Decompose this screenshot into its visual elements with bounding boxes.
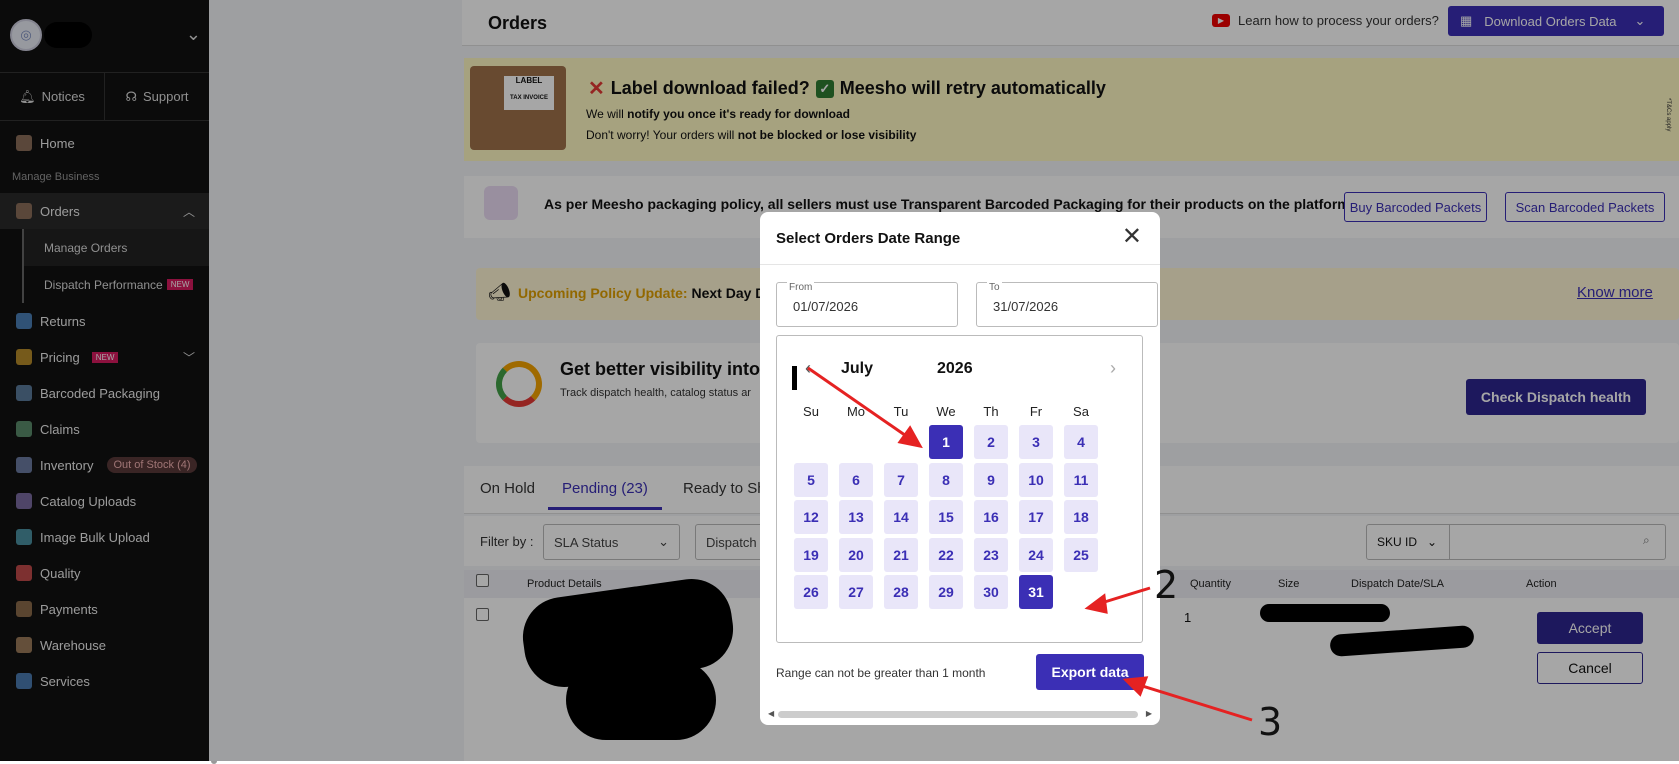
calendar-day[interactable]: 20 bbox=[839, 537, 873, 572]
scroll-left-icon[interactable]: ◀ bbox=[768, 709, 774, 718]
calendar-day[interactable]: 8 bbox=[929, 462, 963, 497]
to-label: To bbox=[987, 282, 1002, 293]
calendar-day[interactable]: 10 bbox=[1019, 462, 1053, 497]
calendar-day[interactable]: 17 bbox=[1019, 500, 1053, 534]
scrollbar-thumb[interactable] bbox=[778, 711, 1138, 718]
to-value: 31/07/2026 bbox=[993, 299, 1059, 314]
export-data-button[interactable]: Export data bbox=[1036, 654, 1144, 690]
calendar-day[interactable]: 24 bbox=[1019, 537, 1053, 572]
calendar-day[interactable]: 4 bbox=[1064, 425, 1098, 459]
calendar-day[interactable]: 30 bbox=[974, 575, 1008, 609]
calendar-day[interactable]: 23 bbox=[974, 537, 1008, 572]
calendar-day[interactable]: 18 bbox=[1064, 500, 1098, 534]
calendar-day[interactable]: 15 bbox=[929, 500, 963, 534]
scroll-right-icon[interactable]: ▶ bbox=[1146, 709, 1152, 718]
from-value: 01/07/2026 bbox=[793, 299, 859, 314]
calendar-day[interactable]: 7 bbox=[884, 462, 918, 497]
calendar-day[interactable]: 11 bbox=[1064, 462, 1098, 497]
chevron-right-icon[interactable]: › bbox=[1110, 358, 1116, 379]
calendar-day[interactable]: 2 bbox=[974, 425, 1008, 459]
calendar-day[interactable]: 28 bbox=[884, 575, 918, 609]
calendar: ‹ July 2026 › Su Mo Tu We Th Fr Sa 1 2 3 4 5 6 7 8 9 10… bbox=[776, 335, 1143, 643]
to-field[interactable]: To 31/07/2026 bbox=[976, 282, 1158, 327]
calendar-day[interactable]: 13 bbox=[839, 500, 873, 534]
calendar-day[interactable]: 22 bbox=[929, 537, 963, 572]
from-field[interactable]: From 01/07/2026 bbox=[776, 282, 958, 327]
calendar-day[interactable]: 14 bbox=[884, 500, 918, 534]
close-icon[interactable]: ✕ bbox=[1122, 222, 1142, 251]
range-note: Range can not be greater than 1 month bbox=[776, 666, 986, 680]
modal-horizontal-scrollbar[interactable]: ◀ ▶ bbox=[768, 709, 1152, 719]
date-range-modal: Select Orders Date Range ✕ From 01/07/20… bbox=[760, 212, 1160, 725]
from-label: From bbox=[787, 282, 815, 293]
weekday-su: Su bbox=[803, 404, 819, 419]
divider bbox=[760, 264, 1160, 265]
calendar-day[interactable]: 25 bbox=[1064, 537, 1098, 572]
calendar-day[interactable]: 29 bbox=[929, 575, 963, 609]
annotation-number-3: 3 bbox=[1258, 700, 1283, 744]
calendar-day[interactable]: 9 bbox=[974, 462, 1008, 497]
weekday-th: Th bbox=[983, 404, 999, 419]
calendar-day[interactable]: 3 bbox=[1019, 425, 1053, 459]
weekday-tu: Tu bbox=[893, 404, 909, 419]
weekday-we: We bbox=[936, 404, 956, 419]
weekday-fr: Fr bbox=[1029, 404, 1043, 419]
weekday-mo: Mo bbox=[846, 404, 866, 419]
calendar-month[interactable]: July bbox=[841, 360, 873, 378]
calendar-day[interactable]: 6 bbox=[839, 462, 873, 497]
calendar-day[interactable]: 5 bbox=[794, 462, 828, 497]
chevron-left-icon[interactable]: ‹ bbox=[805, 358, 811, 379]
modal-title: Select Orders Date Range bbox=[776, 230, 961, 247]
calendar-day[interactable]: 21 bbox=[884, 537, 918, 572]
annotation-number-2: 2 bbox=[1154, 563, 1179, 607]
weekday-sa: Sa bbox=[1073, 404, 1089, 419]
calendar-day[interactable]: 26 bbox=[794, 575, 828, 609]
calendar-day[interactable]: 27 bbox=[839, 575, 873, 609]
calendar-day[interactable]: 12 bbox=[794, 500, 828, 534]
calendar-day[interactable]: 19 bbox=[794, 537, 828, 572]
calendar-year[interactable]: 2026 bbox=[937, 360, 973, 378]
calendar-day[interactable]: 16 bbox=[974, 500, 1008, 534]
calendar-day[interactable]: 1 bbox=[929, 425, 963, 459]
calendar-day[interactable]: 31 bbox=[1019, 575, 1053, 609]
